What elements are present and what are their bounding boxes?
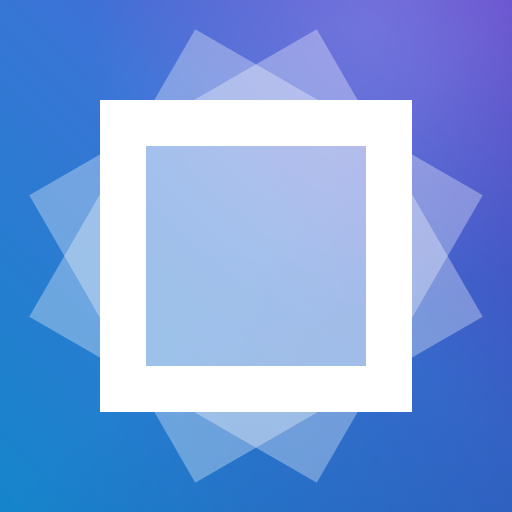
app-icon bbox=[0, 0, 512, 512]
frame-icon bbox=[0, 0, 512, 512]
